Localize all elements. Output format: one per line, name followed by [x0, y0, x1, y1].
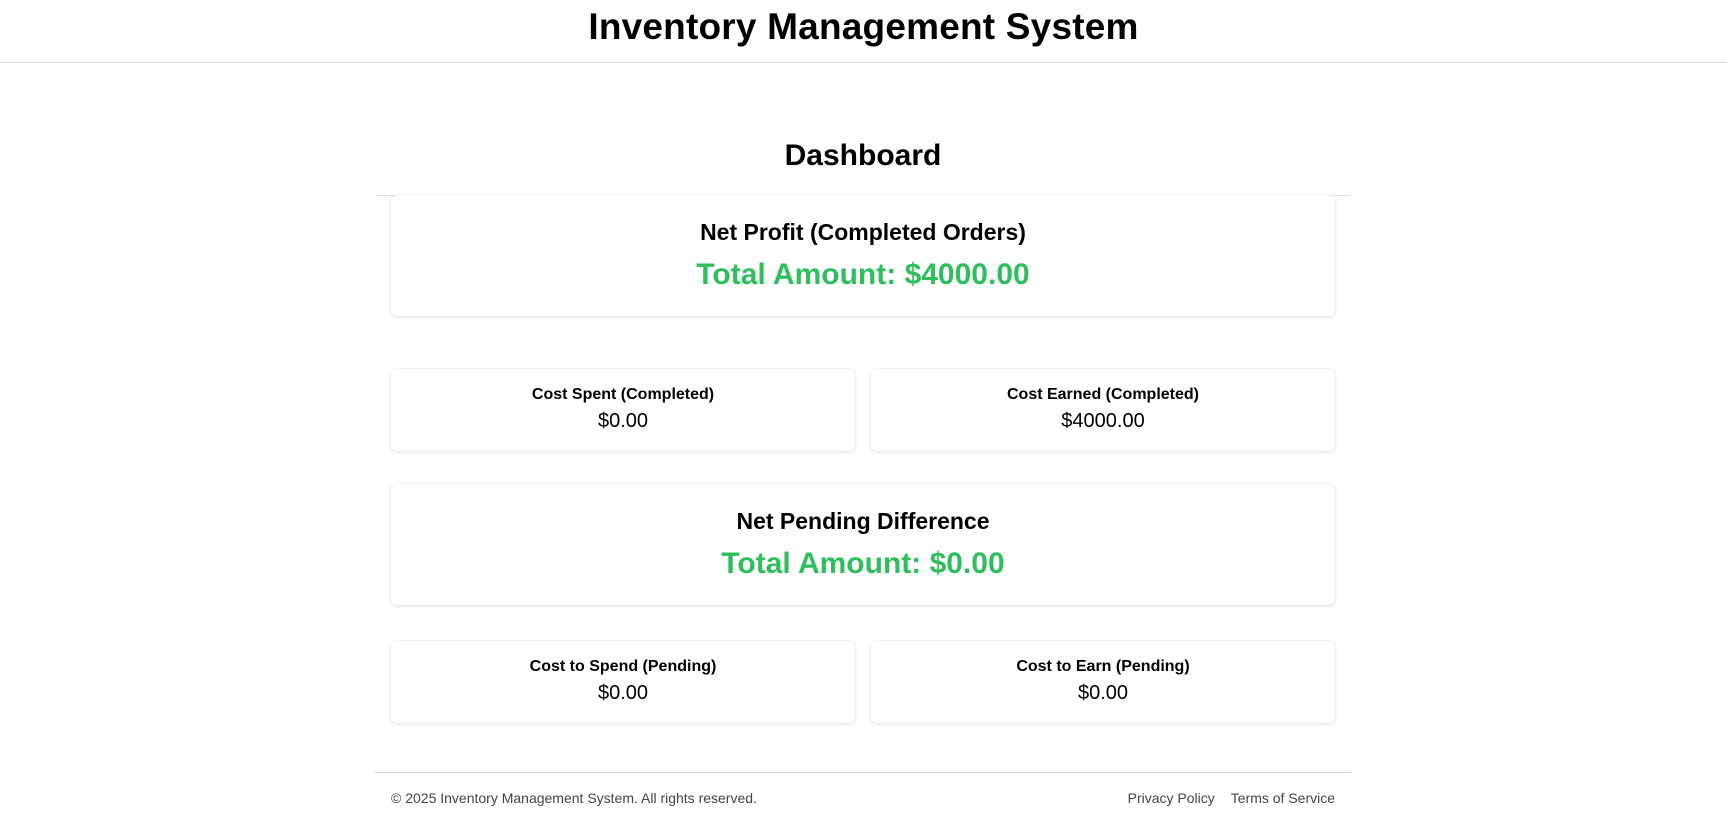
- privacy-policy-link[interactable]: Privacy Policy: [1128, 790, 1215, 806]
- net-profit-amount: Total Amount: $4000.00: [696, 258, 1030, 291]
- footer-links: Privacy Policy Terms of Service: [1128, 790, 1335, 806]
- cost-earned-completed-label: Cost Earned (Completed): [1006, 386, 1199, 403]
- terms-of-service-link[interactable]: Terms of Service: [1231, 790, 1335, 806]
- app-title: Inventory Management System: [588, 6, 1139, 47]
- net-pending-label: Net Pending Difference: [736, 508, 990, 534]
- cost-to-spend-pending-label: Cost to Spend (Pending): [529, 658, 717, 675]
- cost-spent-completed-label: Cost Spent (Completed): [531, 386, 715, 403]
- net-pending-amount: Total Amount: $0.00: [721, 547, 1005, 580]
- top-header: Inventory Management System: [0, 0, 1727, 63]
- footer-copyright: © 2025 Inventory Management System. All …: [391, 790, 757, 806]
- cost-earned-completed-card: Cost Earned (Completed) $4000.00: [871, 369, 1335, 451]
- cost-to-earn-pending-label: Cost to Earn (Pending): [1016, 658, 1190, 675]
- cost-to-earn-pending-value: $0.00: [1077, 682, 1129, 704]
- dashboard-heading: Dashboard: [784, 139, 942, 172]
- cost-earned-completed-value: $4000.00: [1061, 410, 1145, 432]
- cost-to-earn-pending-card: Cost to Earn (Pending) $0.00: [871, 641, 1335, 723]
- net-pending-card: Net Pending Difference Total Amount: $0.…: [391, 484, 1335, 605]
- page-footer: © 2025 Inventory Management System. All …: [375, 772, 1351, 813]
- cost-to-spend-pending-value: $0.00: [597, 682, 649, 704]
- cost-spent-completed-card: Cost Spent (Completed) $0.00: [391, 369, 855, 451]
- cost-spent-completed-value: $0.00: [597, 410, 649, 432]
- net-profit-card: Net Profit (Completed Orders) Total Amou…: [391, 195, 1335, 316]
- net-profit-label: Net Profit (Completed Orders): [700, 219, 1026, 245]
- cost-to-spend-pending-card: Cost to Spend (Pending) $0.00: [391, 641, 855, 723]
